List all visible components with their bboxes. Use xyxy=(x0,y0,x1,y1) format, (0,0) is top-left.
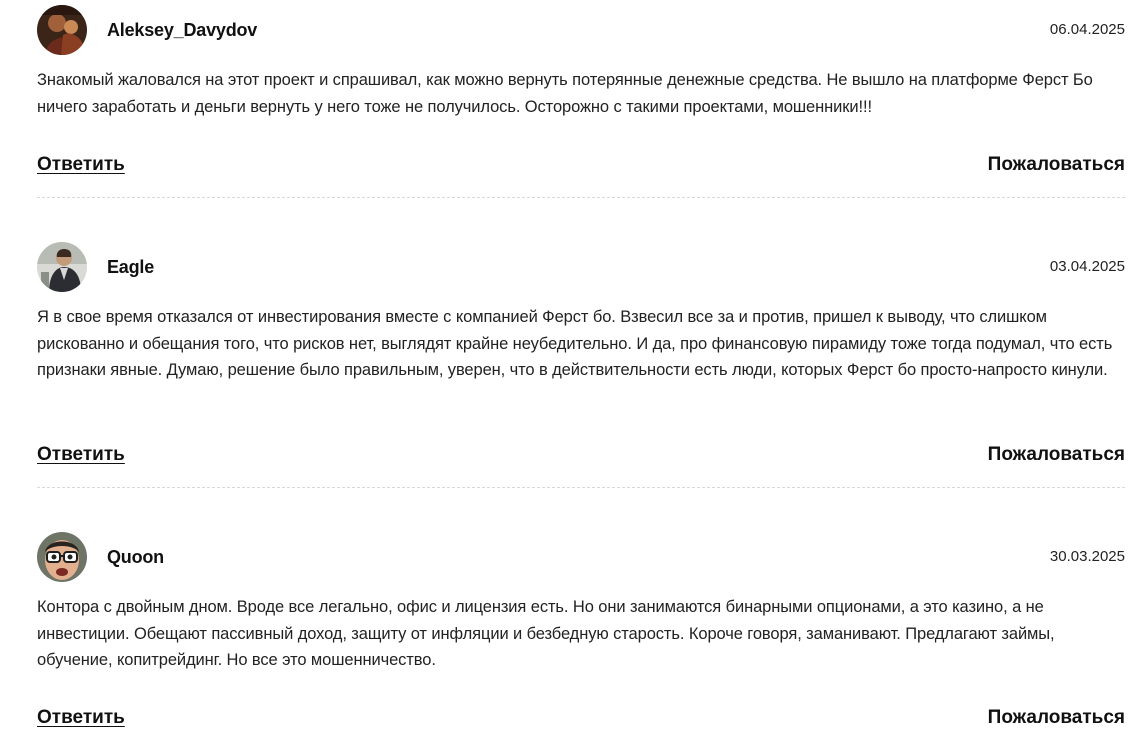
comment-divider xyxy=(37,197,1125,198)
comment-actions: Ответить Пожаловаться xyxy=(37,154,1125,178)
report-link[interactable]: Пожаловаться xyxy=(988,154,1125,176)
comment-text: Контора с двойным дном. Вроде все легаль… xyxy=(37,598,1055,669)
comment-author[interactable]: Aleksey_Davydov xyxy=(107,20,257,41)
report-link[interactable]: Пожаловаться xyxy=(988,707,1125,729)
reply-link[interactable]: Ответить xyxy=(37,444,125,466)
reply-link[interactable]: Ответить xyxy=(37,707,125,729)
report-link[interactable]: Пожаловаться xyxy=(988,444,1125,466)
comment-date: 30.03.2025 xyxy=(1049,548,1125,565)
comment-item: Aleksey_Davydov 06.04.2025 Знакомый жало… xyxy=(37,5,1125,175)
comment-item: Eagle 03.04.2025 Я в свое время отказалс… xyxy=(37,242,1125,465)
comment-text: Я в свое время отказался от инвестирован… xyxy=(37,308,1113,379)
avatar xyxy=(37,532,87,582)
avatar xyxy=(37,5,87,55)
avatar xyxy=(37,242,87,292)
reply-link[interactable]: Ответить xyxy=(37,154,125,176)
avatar-image xyxy=(37,5,87,55)
avatar-image xyxy=(37,242,87,292)
comment-date: 06.04.2025 xyxy=(1049,21,1125,38)
comment-date: 03.04.2025 xyxy=(1049,258,1125,275)
comment-actions: Ответить Пожаловаться xyxy=(37,707,1125,731)
avatar-image xyxy=(37,532,87,582)
comment-author[interactable]: Quoon xyxy=(107,547,164,568)
comment-item: Quoon 30.03.2025 Контора с двойным дном.… xyxy=(37,532,1125,728)
comment-divider xyxy=(37,487,1125,488)
comment-author[interactable]: Eagle xyxy=(107,257,154,278)
comment-header: Aleksey_Davydov 06.04.2025 xyxy=(37,5,1125,57)
comment-header: Eagle 03.04.2025 xyxy=(37,242,1125,294)
comment-text: Знакомый жаловался на этот проект и спра… xyxy=(37,71,1093,116)
comment-actions: Ответить Пожаловаться xyxy=(37,444,1125,468)
comment-header: Quoon 30.03.2025 xyxy=(37,532,1125,584)
